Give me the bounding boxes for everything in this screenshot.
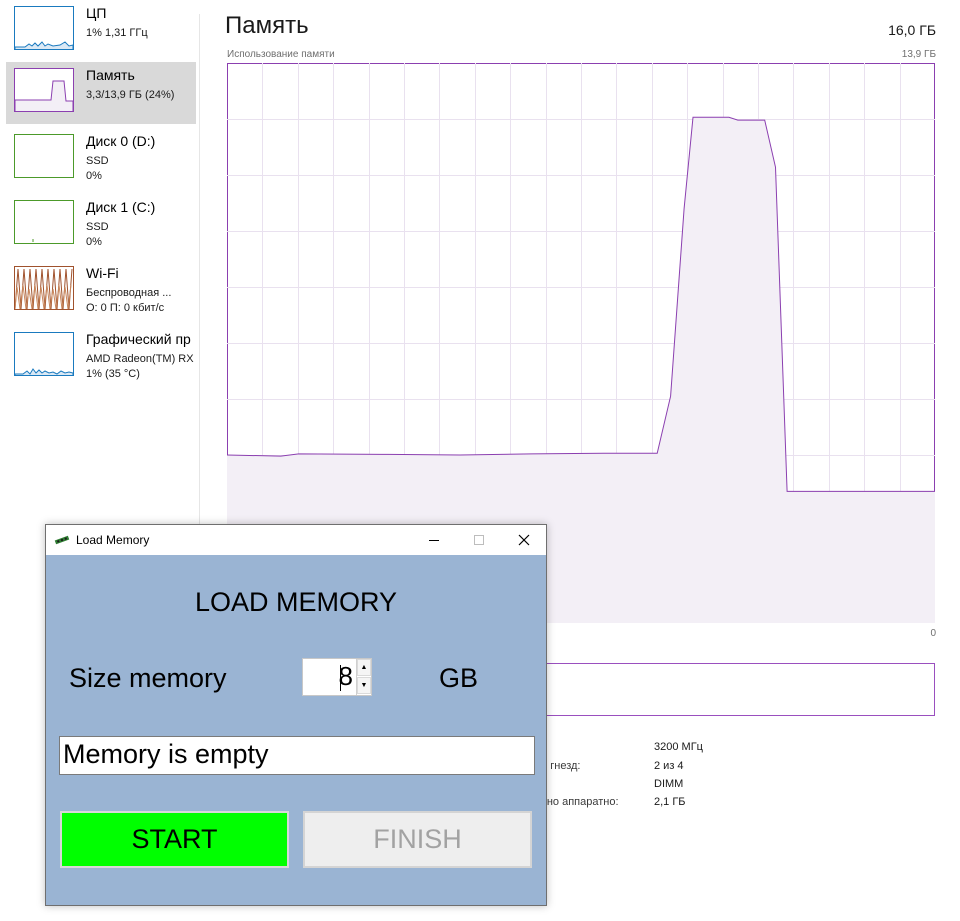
memory-mini-graph: [15, 80, 73, 111]
minimize-button[interactable]: [411, 525, 457, 555]
finish-button[interactable]: FINISH: [303, 811, 532, 868]
sidebar-item-detail: SSD: [86, 221, 109, 233]
sidebar-item-title: Память: [86, 67, 135, 83]
minimize-icon: [429, 540, 439, 541]
sidebar-item-title: Графический пр: [86, 331, 191, 347]
unit-label: GB: [439, 663, 479, 693]
size-memory-stepper[interactable]: 8 ▲ ▼: [302, 658, 372, 696]
sidebar-item-detail: AMD Radeon(TM) RX: [86, 353, 194, 365]
sidebar-item-title: Диск 0 (D:): [86, 133, 156, 149]
maximize-button[interactable]: [456, 525, 502, 555]
size-memory-label: Size memory: [69, 663, 227, 693]
dialog-heading: LOAD MEMORY: [194, 587, 398, 617]
stepper-up-button[interactable]: ▲: [357, 659, 371, 676]
gpu-thumbnail: [14, 332, 74, 376]
memory-composition-bar: [530, 663, 935, 716]
load-memory-dialog: Load Memory LOAD MEMORY Size memory 8 ▲ …: [45, 524, 547, 906]
sidebar-item-detail: 3,3/13,9 ГБ (24%): [86, 89, 175, 101]
sidebar-item-detail: Беспроводная ...: [86, 287, 172, 299]
wifi-mini-graph: [15, 268, 73, 309]
start-button[interactable]: START: [60, 811, 289, 868]
stepper-down-button[interactable]: ▼: [357, 677, 371, 694]
cpu-thumbnail: [14, 6, 74, 50]
sidebar-item-title: ЦП: [86, 5, 107, 21]
gpu-mini-graph: [15, 368, 73, 375]
status-field[interactable]: Memory is empty: [59, 736, 535, 775]
sidebar-item-memory[interactable]: Память 3,3/13,9 ГБ (24%): [6, 62, 196, 124]
sidebar-item-title: Wi-Fi: [86, 265, 119, 281]
sidebar-item-cpu[interactable]: ЦП 1% 1,31 ГГц: [6, 0, 196, 62]
graph-label: Использование памяти: [227, 49, 335, 60]
sidebar-item-gpu[interactable]: Графический пр AMD Radeon(TM) RX 1% (35 …: [6, 326, 196, 388]
bottom-strip: [0, 906, 960, 921]
sidebar-item-detail: SSD: [86, 155, 109, 167]
page-title: Память: [225, 12, 309, 39]
cpu-mini-graph: [15, 41, 73, 49]
memory-total: 16,0 ГБ: [888, 22, 936, 38]
sidebar-item-throughput: О: 0 П: 0 кбит/с: [86, 302, 165, 314]
memory-thumbnail: [14, 68, 74, 112]
sidebar-item-wifi[interactable]: Wi-Fi Беспроводная ... О: 0 П: 0 кбит/с: [6, 260, 196, 322]
disk-thumbnail: [14, 200, 74, 244]
graph-max-label: 13,9 ГБ: [901, 49, 936, 60]
sidebar-item-usage: 1% (35 °C): [86, 368, 140, 380]
size-memory-value[interactable]: 8: [339, 661, 353, 692]
sidebar-item-usage: 0%: [86, 236, 102, 248]
slots-value: 2 из 4: [654, 760, 684, 772]
wifi-thumbnail: [14, 266, 74, 310]
memory-speed-value: 3200 МГц: [654, 741, 703, 753]
dialog-title: Load Memory: [76, 533, 150, 547]
disk-thumbnail: [14, 134, 74, 178]
sidebar-item-usage: 0%: [86, 170, 102, 182]
sidebar-item-title: Диск 1 (C:): [86, 199, 156, 215]
sidebar-item-detail: 1% 1,31 ГГц: [86, 27, 148, 39]
maximize-icon: [474, 535, 484, 545]
disk-mini-graph: [32, 239, 34, 242]
graph-min-label: 0: [930, 628, 936, 639]
close-icon: [518, 534, 530, 546]
hardware-reserved-value: 2,1 ГБ: [654, 796, 686, 808]
hardware-reserved-label: вано аппаратно:: [535, 796, 619, 808]
memory-module-icon: [54, 535, 70, 545]
stepper-buttons: ▲ ▼: [356, 659, 371, 695]
sidebar-item-disk-0[interactable]: Диск 0 (D:) SSD 0%: [6, 128, 196, 190]
dialog-titlebar[interactable]: Load Memory: [46, 525, 546, 555]
form-factor-value: DIMM: [654, 778, 684, 790]
sidebar-item-disk-1[interactable]: Диск 1 (C:) SSD 0%: [6, 194, 196, 256]
close-button[interactable]: [501, 525, 547, 555]
